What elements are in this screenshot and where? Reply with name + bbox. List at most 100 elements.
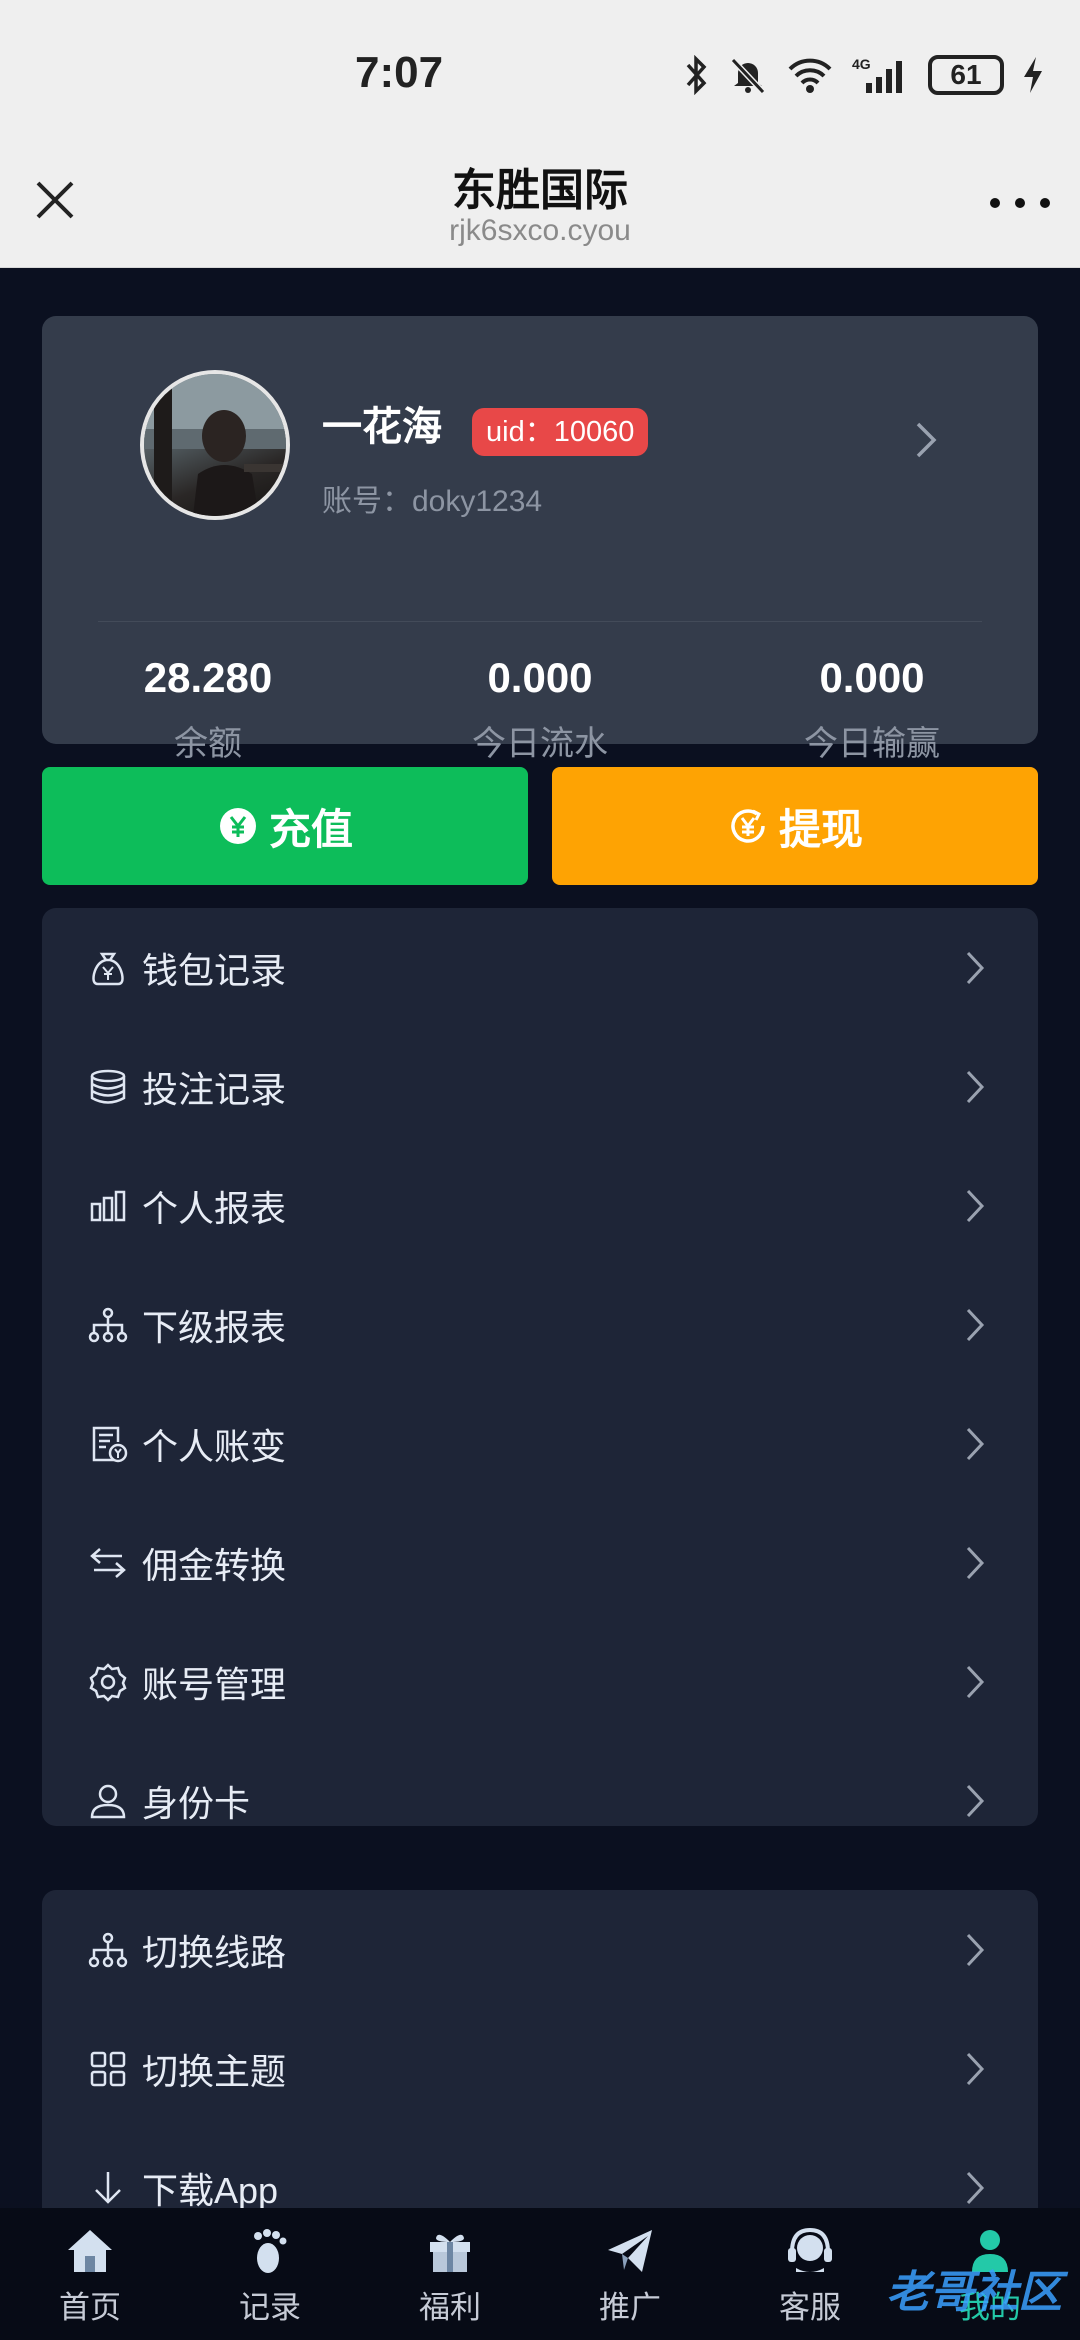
chevron-right-icon[interactable]	[914, 420, 938, 460]
yen-coin-icon	[219, 808, 256, 844]
menu-item-label: 账号管理	[142, 1663, 287, 1705]
tab-records[interactable]: 记录	[180, 2208, 360, 2340]
uid-badge: uid：10060	[472, 408, 649, 456]
battery-indicator: 61	[928, 55, 1004, 95]
coins-stack-icon	[86, 1065, 130, 1109]
menu-item-account-management[interactable]: 账号管理	[42, 1622, 1038, 1741]
withdraw-label: 提现	[778, 805, 863, 853]
tab-promote[interactable]: 推广	[540, 2208, 720, 2340]
menu-item-subordinate-report[interactable]: 下级报表	[42, 1265, 1038, 1384]
watermark: 老哥社区	[886, 2268, 1062, 2317]
chevron-right-icon	[966, 1665, 985, 1698]
recharge-label: 充值	[268, 805, 353, 853]
tab-welfare[interactable]: 福利	[360, 2208, 540, 2340]
menu-item-label: 佣金转换	[142, 1544, 287, 1586]
menu-item-label: 下载App	[142, 2169, 279, 2209]
yen-cycle-icon	[731, 809, 765, 843]
document-yen-icon	[86, 1422, 130, 1466]
bottom-tab-bar: 首页 记录 福利 推广 客服 我的 老哥社区	[0, 2208, 1080, 2340]
chevron-right-icon	[966, 1933, 985, 1966]
menu-item-bet-records[interactable]: 投注记录	[42, 1027, 1038, 1146]
download-arrow-icon	[86, 2166, 130, 2209]
menu-item-switch-theme[interactable]: 切换主题	[42, 2009, 1038, 2128]
home-icon	[68, 2230, 112, 2272]
browser-title-bar: 东胜国际 rjk6sxco.cyou	[0, 150, 1080, 268]
stat-value: 28.280	[143, 654, 273, 701]
stat-value: 0.000	[819, 654, 925, 701]
stat-label: 今日流水	[472, 725, 608, 763]
menu-item-switch-route[interactable]: 切换线路	[42, 1890, 1038, 2009]
chevron-right-icon	[966, 1189, 985, 1222]
menu-item-download-app[interactable]: 下载App	[42, 2128, 1038, 2208]
chevron-right-icon	[966, 1308, 985, 1341]
footprint-icon	[254, 2229, 287, 2273]
status-icons: 4G 61	[684, 52, 1044, 98]
bell-muted-icon	[730, 57, 766, 95]
headset-icon	[788, 2227, 832, 2272]
chevron-right-icon	[966, 1070, 985, 1103]
tab-label: 记录	[239, 2290, 301, 2325]
chevron-right-icon	[966, 2052, 985, 2085]
chevron-right-icon	[966, 1427, 985, 1460]
user-icon	[86, 1779, 130, 1823]
page-url: rjk6sxco.cyou	[449, 214, 631, 247]
stat-balance: 28.280 余额	[42, 654, 374, 765]
hierarchy-icon	[86, 1303, 130, 1347]
wifi-icon	[788, 58, 832, 93]
status-bar: 7:07 4G 61	[0, 0, 1080, 150]
grid-icon	[86, 2047, 130, 2091]
username: 一花海	[322, 405, 442, 449]
status-time: 7:07	[355, 48, 444, 97]
bluetooth-icon	[686, 55, 707, 95]
menu-item-label: 下级报表	[142, 1306, 287, 1348]
menu-item-label: 个人报表	[142, 1187, 287, 1229]
tab-label: 首页	[59, 2290, 121, 2325]
tab-label: 推广	[599, 2290, 661, 2325]
more-menu-button[interactable]	[990, 178, 1050, 228]
recharge-button[interactable]: 充值	[42, 767, 528, 885]
tab-home[interactable]: 首页	[0, 2208, 180, 2340]
withdraw-button[interactable]: 提现	[552, 767, 1038, 885]
stat-value: 0.000	[487, 654, 593, 701]
stat-label: 余额	[174, 725, 242, 763]
stat-today-profit: 0.000 今日输赢	[706, 654, 1038, 765]
menu-item-label: 切换线路	[142, 1931, 287, 1973]
account-menu: 钱包记录 投注记录 个人报表 下级报表 个人账变 佣金转换 账号管理 身份卡	[42, 908, 1038, 1826]
chevron-right-icon	[966, 1546, 985, 1579]
svg-text:4G: 4G	[852, 56, 871, 72]
gift-icon	[430, 2234, 470, 2272]
tab-label: 福利	[419, 2290, 481, 2325]
gear-icon	[86, 1660, 130, 1704]
menu-item-label: 钱包记录	[142, 949, 287, 991]
chevron-right-icon	[966, 951, 985, 984]
tab-customer-service[interactable]: 客服	[720, 2208, 900, 2340]
stat-label: 今日输赢	[804, 725, 940, 763]
hierarchy-icon	[86, 1928, 130, 1972]
account-label: 账号：doky1234	[322, 485, 543, 518]
menu-item-account-changes[interactable]: 个人账变	[42, 1384, 1038, 1503]
menu-item-label: 身份卡	[142, 1782, 251, 1824]
page-title: 东胜国际	[452, 166, 628, 215]
swap-arrows-icon	[86, 1541, 130, 1585]
menu-item-label: 切换主题	[142, 2050, 287, 2092]
chevron-right-icon	[966, 1784, 985, 1817]
menu-item-personal-report[interactable]: 个人报表	[42, 1146, 1038, 1265]
menu-item-label: 个人账变	[142, 1425, 287, 1467]
chevron-right-icon	[966, 2171, 985, 2204]
charging-bolt-icon	[1024, 57, 1042, 93]
profile-card[interactable]: 一花海 uid：10060 账号：doky1234 28.280 余额 0.00…	[42, 316, 1038, 763]
menu-item-label: 投注记录	[142, 1068, 287, 1110]
avatar[interactable]	[140, 370, 290, 520]
main-content: 一花海 uid：10060 账号：doky1234 28.280 余额 0.00…	[0, 268, 1080, 2208]
menu-item-commission-convert[interactable]: 佣金转换	[42, 1503, 1038, 1622]
settings-menu: 切换线路 切换主题 下载App	[42, 1890, 1038, 2208]
stat-today-turnover: 0.000 今日流水	[374, 654, 706, 765]
wallet-bag-icon	[86, 946, 130, 990]
menu-item-wallet-records[interactable]: 钱包记录	[42, 908, 1038, 1027]
tab-label: 客服	[779, 2290, 841, 2325]
signal-4g-icon: 4G	[852, 56, 902, 93]
paper-plane-icon	[608, 2230, 652, 2272]
divider	[98, 621, 982, 622]
bar-chart-icon	[86, 1184, 130, 1228]
menu-item-identity-card[interactable]: 身份卡	[42, 1741, 1038, 1860]
